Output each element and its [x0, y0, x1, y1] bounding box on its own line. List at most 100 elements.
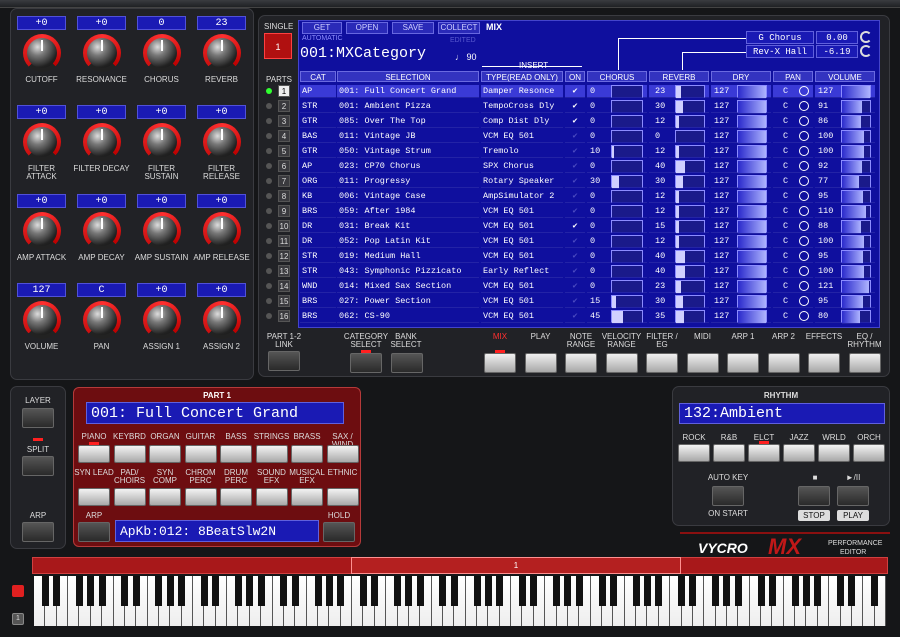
category-button[interactable]	[291, 445, 323, 463]
chorus-bar[interactable]	[611, 310, 643, 324]
row-dry[interactable]: 127	[711, 130, 771, 144]
pan-knob-icon[interactable]	[799, 236, 809, 246]
pan-knob-icon[interactable]	[799, 116, 809, 126]
chorus-bar[interactable]	[611, 130, 643, 143]
volume-bar[interactable]	[841, 280, 871, 294]
volume-bar[interactable]	[841, 85, 871, 99]
knob-value[interactable]: +0	[197, 105, 246, 119]
category-button[interactable]	[113, 488, 146, 506]
row-chorus[interactable]: 0	[587, 190, 647, 203]
mix-row[interactable]: ORG 011: Progressy Rotary Speaker ✔ 30 30 127 C…	[300, 175, 878, 189]
row-category[interactable]: AP	[300, 85, 336, 98]
knob-dial[interactable]	[143, 301, 181, 339]
save-button[interactable]: SAVE	[392, 22, 434, 34]
part-number[interactable]: 13	[278, 265, 290, 277]
row-pan[interactable]: C	[773, 85, 813, 98]
volume-bar[interactable]	[841, 115, 871, 129]
pan-knob-icon[interactable]	[799, 206, 809, 216]
category-button[interactable]	[184, 488, 217, 506]
knob-value[interactable]: 0	[137, 16, 186, 30]
row-selection[interactable]: 019: Medium Hall	[337, 250, 479, 263]
category-button[interactable]	[220, 445, 252, 463]
stop-label[interactable]: STOP	[798, 510, 830, 521]
row-chorus[interactable]: 15	[587, 295, 647, 309]
open-button[interactable]: OPEN	[346, 22, 388, 34]
reverb-bar[interactable]	[675, 265, 705, 279]
pan-knob-icon[interactable]	[799, 281, 809, 291]
row-insert-type[interactable]: VCM EQ 501	[481, 280, 563, 293]
part-number[interactable]: 1	[278, 85, 290, 97]
knob-value[interactable]: C	[77, 283, 126, 297]
black-key[interactable]	[41, 576, 49, 606]
mix-row[interactable]: BAS 011: Vintage JB VCM EQ 501 ✔ 0 0 127 C 100	[300, 130, 878, 144]
mix-row[interactable]: GTR 050: Vintage Strum Tremolo ✔ 10 12 127 C 100	[300, 145, 878, 159]
black-key[interactable]	[325, 576, 333, 606]
row-pan[interactable]: C	[773, 250, 813, 263]
knob-dial[interactable]	[203, 301, 241, 339]
row-selection[interactable]: 006: Vintage Case	[337, 190, 479, 203]
black-key[interactable]	[314, 576, 322, 606]
row-selection[interactable]: 043: Symphonic Pizzicato	[337, 265, 479, 278]
row-selection[interactable]: 001: Full Concert Grand	[337, 85, 479, 98]
category-button[interactable]	[184, 445, 217, 463]
black-key[interactable]	[257, 576, 265, 606]
mix-row[interactable]: BRS 062: CS-90 VCM EQ 501 ✔ 45 35 127 C 80	[300, 310, 878, 324]
black-key[interactable]	[802, 576, 810, 606]
part-number[interactable]: 9	[278, 205, 290, 217]
knob-dial[interactable]	[83, 123, 121, 161]
black-key[interactable]	[814, 576, 822, 606]
chorus-bar[interactable]	[611, 115, 643, 128]
knob-value[interactable]: +0	[137, 283, 186, 297]
row-dry[interactable]: 127	[711, 100, 771, 114]
auto-key-button[interactable]	[712, 486, 744, 506]
row-insert-on[interactable]: ✔	[565, 190, 585, 203]
dry-bar[interactable]	[737, 145, 767, 159]
reverb-bar[interactable]	[675, 295, 705, 309]
dry-bar[interactable]	[737, 310, 767, 324]
dry-bar[interactable]	[737, 250, 767, 264]
part-number[interactable]: 8	[278, 190, 290, 202]
black-key[interactable]	[473, 576, 481, 606]
part-number[interactable]: 7	[278, 175, 290, 187]
black-key[interactable]	[359, 576, 367, 606]
chorus-bar[interactable]	[611, 190, 643, 203]
row-volume[interactable]: 121	[815, 280, 875, 294]
black-key[interactable]	[871, 576, 879, 606]
knob-value[interactable]: +0	[17, 16, 66, 30]
mix-row[interactable]: STR 001: Ambient Pizza TempoCross Dly ✔ 0 30 1…	[300, 100, 878, 114]
volume-bar[interactable]	[841, 145, 871, 159]
row-insert-on[interactable]: ✔	[565, 175, 585, 188]
row-insert-type[interactable]: Tremolo	[481, 145, 563, 158]
arp-pattern[interactable]: ApKb:012: 8BeatSlw2N	[115, 520, 319, 542]
dry-bar[interactable]	[737, 115, 767, 129]
reverb-bar[interactable]	[675, 160, 705, 174]
reverb-refresh-icon[interactable]	[860, 45, 872, 57]
volume-bar[interactable]	[841, 190, 871, 204]
row-insert-type[interactable]: VCM EQ 501	[481, 310, 563, 323]
collect-button[interactable]: COLLECT	[438, 22, 480, 34]
black-key[interactable]	[53, 576, 61, 606]
dry-bar[interactable]	[737, 265, 767, 279]
row-chorus[interactable]: 10	[587, 145, 647, 159]
mode-button[interactable]	[727, 353, 759, 373]
row-selection[interactable]: 014: Mixed Sax Section	[337, 280, 479, 293]
category-button[interactable]	[255, 445, 288, 463]
row-insert-on[interactable]: ✔	[565, 145, 585, 158]
row-volume[interactable]: 100	[815, 235, 875, 249]
reverb-type[interactable]: Rev-X Hall	[746, 45, 814, 58]
rhythm-category-button[interactable]	[748, 444, 780, 462]
dry-bar[interactable]	[737, 235, 767, 249]
reverb-bar[interactable]	[675, 115, 705, 129]
row-dry[interactable]: 127	[711, 175, 771, 189]
row-reverb[interactable]: 0	[649, 130, 709, 143]
black-key[interactable]	[768, 576, 776, 606]
chorus-bar[interactable]	[611, 175, 643, 189]
black-key[interactable]	[450, 576, 458, 606]
reverb-bar[interactable]	[675, 235, 705, 249]
category-button[interactable]	[78, 445, 110, 463]
part-number[interactable]: 11	[278, 235, 290, 247]
row-category[interactable]: AP	[300, 160, 336, 173]
row-reverb[interactable]: 30	[649, 295, 709, 309]
chorus-type[interactable]: G Chorus	[746, 31, 814, 44]
row-volume[interactable]: 91	[815, 100, 875, 114]
